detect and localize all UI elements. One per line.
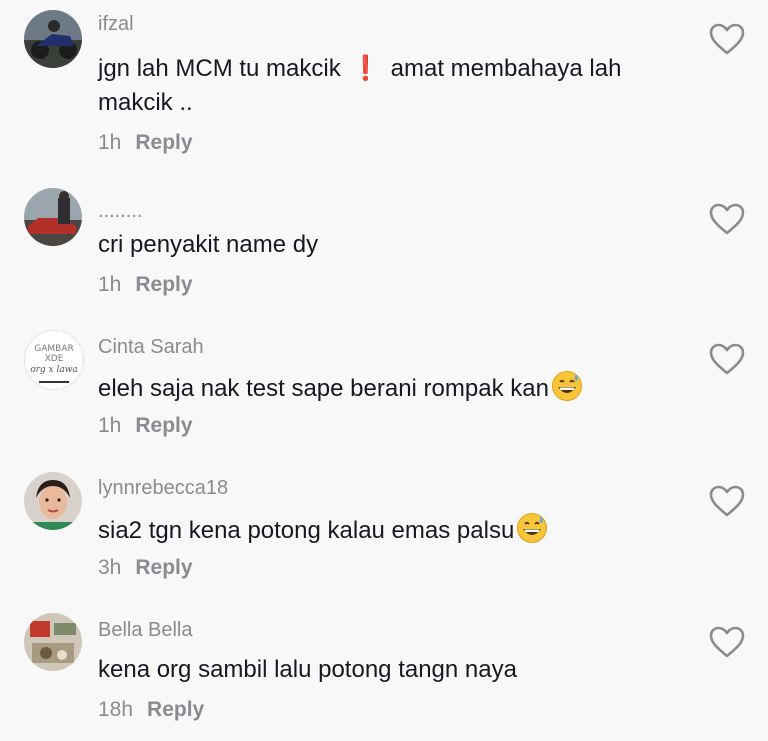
comment-text: eleh saja nak test sape berani rompak ka… xyxy=(98,370,698,406)
grinning-sweat-emoji xyxy=(517,513,548,543)
comment-time: 1h xyxy=(98,273,122,296)
comment-text: kena org sambil lalu potong tangn naya xyxy=(98,656,517,683)
comment-text: jgn lah MCM tu makcik ❗ amat membahaya lah… xyxy=(98,52,698,120)
reply-button[interactable]: Reply xyxy=(135,273,192,296)
comment-text: cri penyakit name dy xyxy=(98,231,319,258)
like-icon[interactable] xyxy=(708,202,746,236)
avatar-portrait-image xyxy=(24,472,82,530)
reply-button[interactable]: Reply xyxy=(147,698,204,721)
like-icon[interactable] xyxy=(708,22,746,56)
avatar-photo-image xyxy=(24,613,82,671)
like-icon[interactable] xyxy=(708,484,746,518)
comment-meta: 1h Reply xyxy=(98,414,193,438)
comment-text-part: jgn lah MCM tu makcik xyxy=(98,55,341,82)
comment-time: 1h xyxy=(98,414,122,437)
avatar[interactable] xyxy=(24,188,82,246)
comment-time: 3h xyxy=(98,556,122,579)
avatar-car-image xyxy=(24,188,82,246)
comment-time: 1h xyxy=(98,131,122,154)
grinning-sweat-emoji xyxy=(551,371,582,401)
avatar-text-image: GAMBAR XDE org x lawa xyxy=(25,331,83,389)
avatar[interactable] xyxy=(24,10,82,68)
svg-text:org x lawa: org x lawa xyxy=(30,365,78,375)
comment-text: sia2 tgn kena potong kalau emas palsu xyxy=(98,512,698,548)
username[interactable]: ........ xyxy=(98,200,142,223)
exclamation-emoji: ❗ xyxy=(350,55,381,82)
comment-text-part: sia2 tgn kena potong kalau emas palsu xyxy=(98,517,515,544)
comment-time: 18h xyxy=(98,698,134,721)
comment-meta: 18h Reply xyxy=(98,698,204,722)
svg-text:GAMBAR: GAMBAR xyxy=(34,344,73,354)
reply-button[interactable]: Reply xyxy=(135,414,192,437)
svg-text:XDE: XDE xyxy=(45,354,64,364)
avatar[interactable] xyxy=(24,613,82,671)
like-icon[interactable] xyxy=(708,625,746,659)
username[interactable]: lynnrebecca18 xyxy=(98,477,228,500)
avatar[interactable]: GAMBAR XDE org x lawa xyxy=(24,330,84,390)
username[interactable]: ifzal xyxy=(98,13,134,36)
comment-meta: 1h Reply xyxy=(98,273,193,297)
avatar[interactable] xyxy=(24,472,82,530)
reply-button[interactable]: Reply xyxy=(135,556,192,579)
comment-text-part: eleh saja nak test sape berani rompak ka… xyxy=(98,375,549,402)
avatar-motorbike-image xyxy=(24,10,82,68)
reply-button[interactable]: Reply xyxy=(135,131,192,154)
username[interactable]: Cinta Sarah xyxy=(98,336,204,359)
like-icon[interactable] xyxy=(708,342,746,376)
username[interactable]: Bella Bella xyxy=(98,619,193,642)
comment-meta: 1h Reply xyxy=(98,131,193,155)
comment-meta: 3h Reply xyxy=(98,556,193,580)
